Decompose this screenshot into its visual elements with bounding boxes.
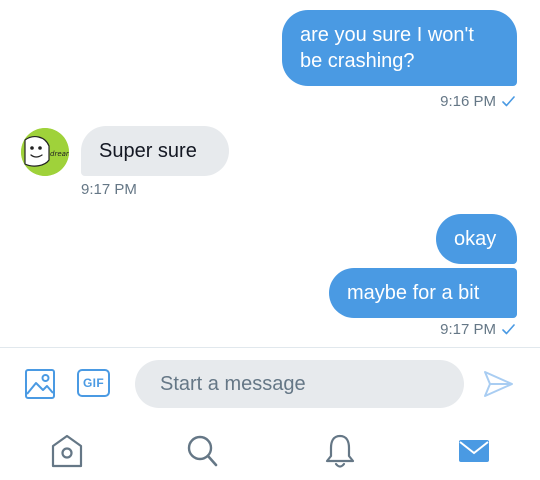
messages-icon[interactable] [457, 432, 491, 470]
message-time: 9:16 PM [440, 93, 496, 110]
message-bubble-outgoing[interactable]: are you sure I won't be crashing? [282, 10, 517, 86]
message-composer: GIF [0, 348, 540, 418]
send-icon[interactable] [482, 369, 514, 399]
message-text: Super sure [99, 140, 197, 162]
check-icon [502, 96, 515, 107]
message-input[interactable] [135, 360, 464, 408]
message-text: maybe for a bit [347, 282, 480, 304]
message-meta: 9:16 PM [440, 93, 515, 110]
search-icon[interactable] [185, 432, 219, 470]
avatar[interactable]: dream [21, 128, 69, 176]
message-text: are you sure I won't be crashing? [300, 24, 474, 72]
avatar-text: dream [50, 150, 69, 158]
avatar-image: dream [21, 128, 69, 176]
message-bubble-outgoing[interactable]: maybe for a bit [329, 268, 517, 318]
gif-label: GIF [83, 376, 104, 390]
image-icon[interactable] [24, 368, 56, 400]
message-time: 9:17 PM [81, 181, 137, 198]
message-time: 9:17 PM [440, 321, 496, 338]
notifications-icon[interactable] [323, 432, 357, 470]
message-text: okay [454, 228, 497, 250]
message-meta: 9:17 PM [81, 181, 137, 198]
home-icon[interactable] [50, 432, 84, 470]
tab-bar [0, 418, 540, 480]
message-bubble-incoming[interactable]: Super sure [81, 126, 229, 176]
check-icon [502, 324, 515, 335]
gif-button[interactable]: GIF [77, 369, 110, 397]
message-bubble-outgoing[interactable]: okay [436, 214, 517, 264]
message-meta: 9:17 PM [440, 321, 515, 338]
